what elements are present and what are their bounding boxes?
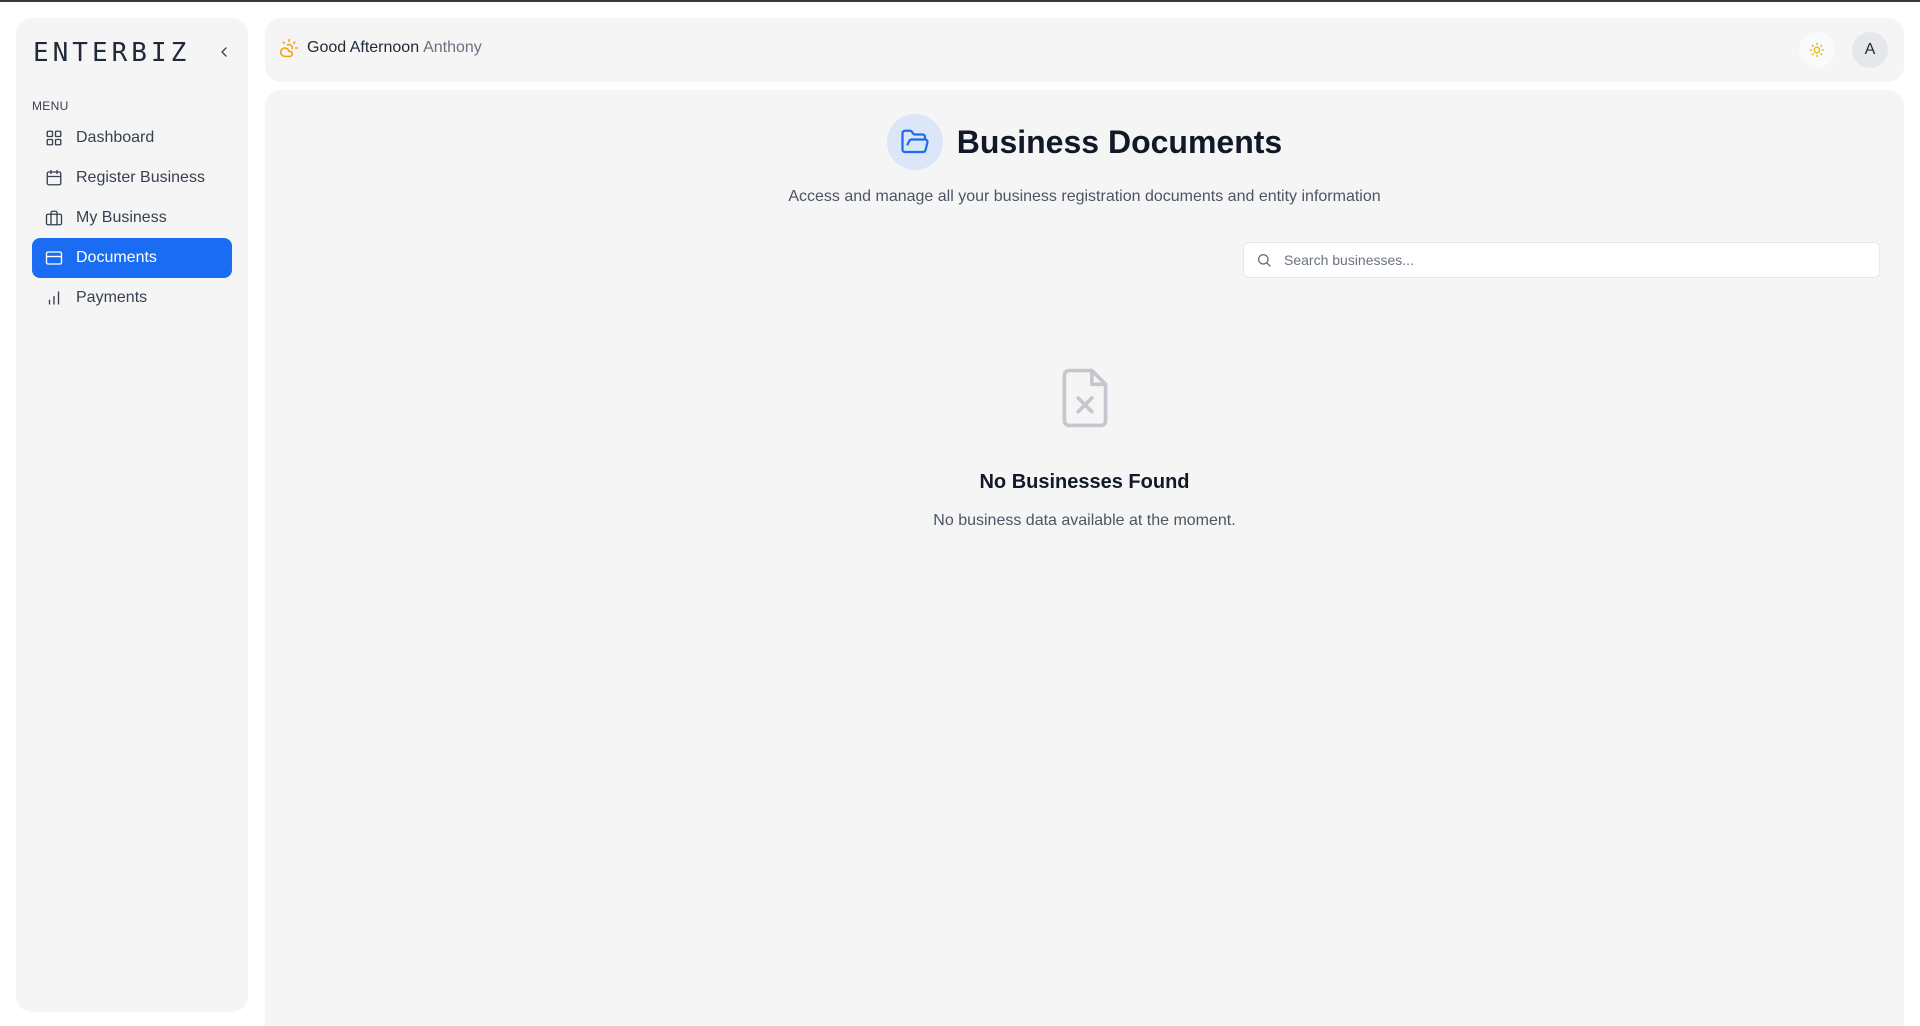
search-icon xyxy=(1256,252,1272,268)
sidebar-item-label: My Business xyxy=(76,209,167,226)
search-box xyxy=(1243,242,1880,278)
avatar[interactable]: A xyxy=(1852,32,1888,68)
sidebar-item-my-business[interactable]: My Business xyxy=(32,198,232,238)
sidebar: ENTERBIZ MENU Dashboard Register Busines… xyxy=(16,18,248,1012)
menu-section-label: MENU xyxy=(32,99,69,113)
folder-open-icon xyxy=(886,114,943,170)
search-input[interactable] xyxy=(1284,252,1844,268)
bar-chart-icon xyxy=(44,288,64,308)
page-header: Business Documents xyxy=(265,114,1904,170)
sidebar-item-label: Dashboard xyxy=(76,129,155,146)
page-title: Business Documents xyxy=(956,123,1283,160)
greeting: Good Afternoon Anthony xyxy=(279,38,482,58)
sidebar-item-label: Payments xyxy=(76,289,148,306)
collapse-sidebar-button[interactable] xyxy=(212,40,236,64)
file-x-icon xyxy=(1062,368,1108,428)
sun-icon xyxy=(1809,42,1825,58)
sun-cloud-icon xyxy=(279,38,299,58)
sidebar-item-documents[interactable]: Documents xyxy=(32,238,232,278)
grid-icon xyxy=(44,128,64,148)
sidebar-item-register-business[interactable]: Register Business xyxy=(32,158,232,198)
sidebar-item-payments[interactable]: Payments xyxy=(32,278,232,318)
sidebar-item-label: Register Business xyxy=(76,169,205,186)
user-name: Anthony xyxy=(423,39,482,56)
page-subtitle: Access and manage all your business regi… xyxy=(788,188,1381,205)
sidebar-item-dashboard[interactable]: Dashboard xyxy=(32,118,232,158)
greeting-text: Good Afternoon xyxy=(307,39,420,56)
card-icon xyxy=(44,248,64,268)
window-top-border xyxy=(0,0,1920,2)
app-logo[interactable]: ENTERBIZ xyxy=(33,38,190,68)
empty-state-title: No Businesses Found xyxy=(979,471,1190,493)
theme-toggle-button[interactable] xyxy=(1799,32,1835,68)
chevron-left-icon xyxy=(221,47,227,57)
calendar-icon xyxy=(44,168,64,188)
briefcase-icon xyxy=(44,208,64,228)
top-header: Good Afternoon Anthony A xyxy=(265,18,1904,82)
sidebar-item-label: Documents xyxy=(76,249,157,266)
empty-state-message: No business data available at the moment… xyxy=(933,512,1236,529)
sidebar-nav: Dashboard Register Business My Business … xyxy=(32,118,232,318)
main-content: Business Documents Access and manage all… xyxy=(265,90,1904,1026)
